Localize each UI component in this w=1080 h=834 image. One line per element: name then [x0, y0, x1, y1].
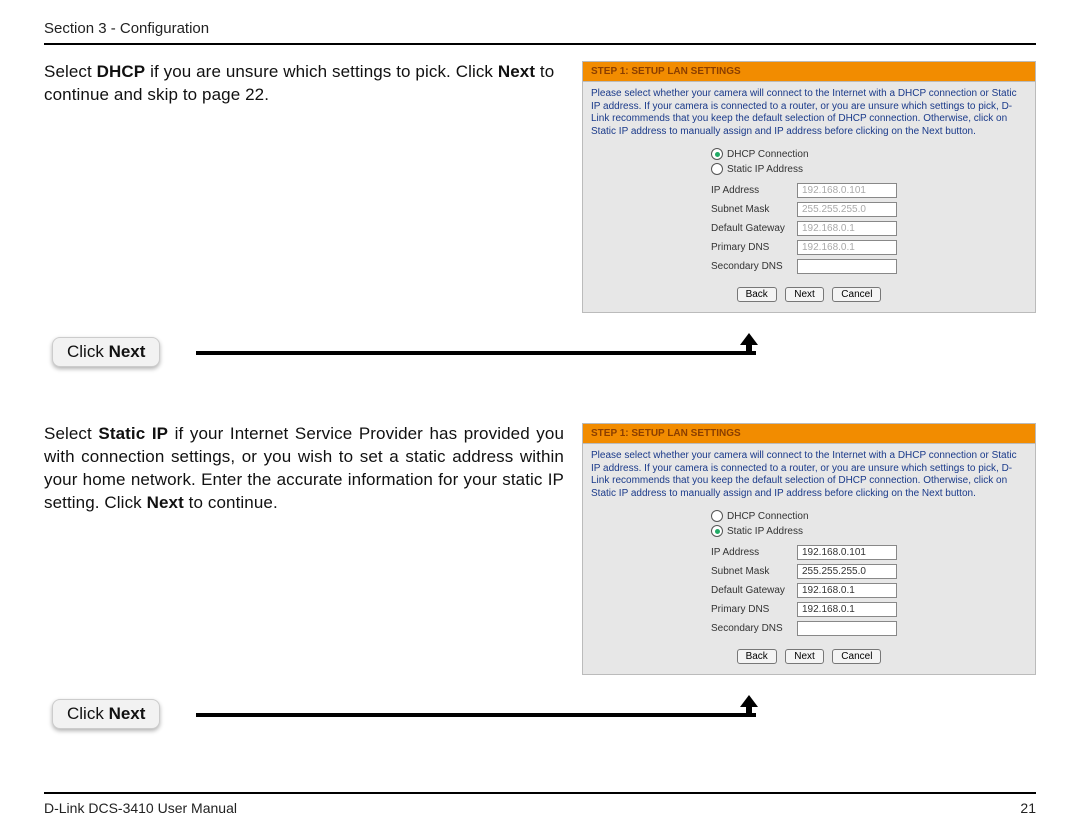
input-gateway[interactable] — [797, 221, 897, 236]
next-button[interactable]: Next — [785, 649, 824, 664]
instruction-static: Select Static IP if your Internet Servic… — [44, 423, 564, 515]
input-subnet[interactable] — [797, 564, 897, 579]
input-gateway[interactable] — [797, 583, 897, 598]
label-sdns: Secondary DNS — [711, 623, 797, 634]
arrow-up-icon — [740, 695, 758, 717]
section-header: Section 3 - Configuration — [44, 20, 1036, 45]
input-ip[interactable] — [797, 545, 897, 560]
bold-next: Next — [109, 704, 146, 723]
radio-dhcp[interactable]: DHCP Connection — [711, 148, 1027, 160]
bold-next: Next — [147, 493, 184, 512]
input-secondary-dns[interactable] — [797, 621, 897, 636]
text: Click — [67, 704, 109, 723]
radio-dhcp[interactable]: DHCP Connection — [711, 510, 1027, 522]
wizard-title: STEP 1: SETUP LAN SETTINGS — [582, 423, 1036, 443]
callout-click-next: Click Next — [52, 699, 160, 729]
wizard-title: STEP 1: SETUP LAN SETTINGS — [582, 61, 1036, 81]
wizard-panel-dhcp: STEP 1: SETUP LAN SETTINGS Please select… — [582, 61, 1036, 313]
text: Select — [44, 62, 97, 81]
input-primary-dns[interactable] — [797, 240, 897, 255]
label-sdns: Secondary DNS — [711, 261, 797, 272]
bold-static-ip: Static IP — [98, 424, 168, 443]
callout-line — [196, 713, 756, 717]
label-ip: IP Address — [711, 547, 797, 558]
input-primary-dns[interactable] — [797, 602, 897, 617]
radio-label: DHCP Connection — [727, 149, 809, 160]
label-ip: IP Address — [711, 185, 797, 196]
input-secondary-dns[interactable] — [797, 259, 897, 274]
cancel-button[interactable]: Cancel — [832, 649, 881, 664]
radio-icon — [711, 163, 723, 175]
arrow-up-icon — [740, 333, 758, 355]
footer-page: 21 — [1020, 800, 1036, 816]
footer-manual: D-Link DCS-3410 User Manual — [44, 800, 237, 816]
label-gateway: Default Gateway — [711, 223, 797, 234]
callout-click-next: Click Next — [52, 337, 160, 367]
cancel-button[interactable]: Cancel — [832, 287, 881, 302]
text: if you are unsure which settings to pick… — [145, 62, 498, 81]
bold-next: Next — [498, 62, 535, 81]
radio-label: DHCP Connection — [727, 511, 809, 522]
next-button[interactable]: Next — [785, 287, 824, 302]
radio-icon — [711, 148, 723, 160]
text: Select — [44, 424, 98, 443]
label-pdns: Primary DNS — [711, 242, 797, 253]
back-button[interactable]: Back — [737, 649, 777, 664]
wizard-panel-static: STEP 1: SETUP LAN SETTINGS Please select… — [582, 423, 1036, 675]
radio-label: Static IP Address — [727, 526, 803, 537]
label-subnet: Subnet Mask — [711, 566, 797, 577]
wizard-description: Please select whether your camera will c… — [591, 88, 1027, 138]
bold-next: Next — [109, 342, 146, 361]
label-subnet: Subnet Mask — [711, 204, 797, 215]
radio-icon — [711, 510, 723, 522]
radio-icon — [711, 525, 723, 537]
callout-line — [196, 351, 756, 355]
radio-static[interactable]: Static IP Address — [711, 525, 1027, 537]
wizard-description: Please select whether your camera will c… — [591, 450, 1027, 500]
text: Click — [67, 342, 109, 361]
bold-dhcp: DHCP — [97, 62, 146, 81]
text: to continue. — [184, 493, 278, 512]
radio-label: Static IP Address — [727, 164, 803, 175]
label-pdns: Primary DNS — [711, 604, 797, 615]
input-ip[interactable] — [797, 183, 897, 198]
radio-static[interactable]: Static IP Address — [711, 163, 1027, 175]
input-subnet[interactable] — [797, 202, 897, 217]
instruction-dhcp: Select DHCP if you are unsure which sett… — [44, 61, 564, 107]
back-button[interactable]: Back — [737, 287, 777, 302]
label-gateway: Default Gateway — [711, 585, 797, 596]
